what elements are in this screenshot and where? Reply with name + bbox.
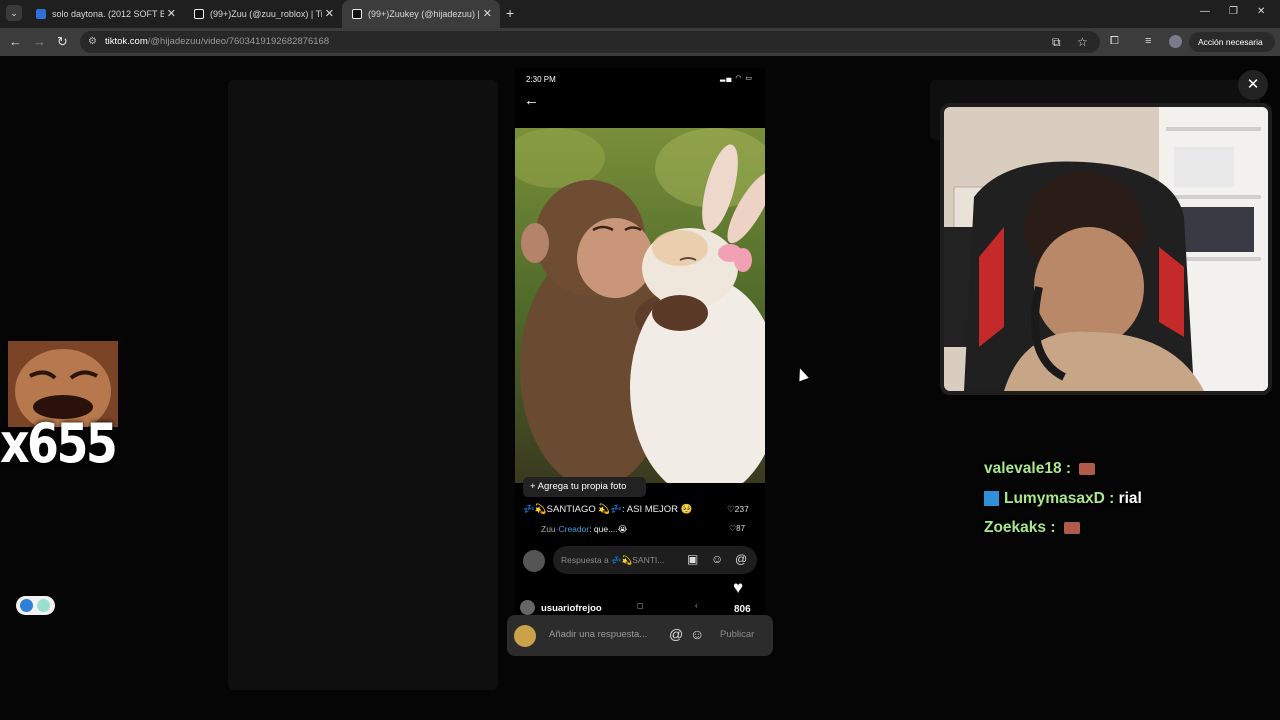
back-icon[interactable]: ← [9,34,22,50]
heart-outline-icon: ♡ [727,504,735,514]
username[interactable]: usuariofrejoo [541,603,602,614]
status-time: 2:30 PM [526,75,556,84]
tab-strip: ⌄ solo daytona. (2012 SOFT BODY ✕ (99+)Z… [0,0,1280,28]
comment-input-bar: Añadir una respuesta... @ ☺ Publicar [507,615,773,656]
tab-search-menu-icon[interactable]: ⌄ [6,5,22,21]
chat-username: LumymasaxD [1004,490,1105,507]
tab-close-icon[interactable]: ✕ [325,7,334,20]
tiktok-favicon-icon [194,9,204,19]
tab-title: solo daytona. (2012 SOFT BODY [52,9,164,19]
emote-icon [1063,521,1080,534]
comment-santiago: 💤💫SANTIAGO 💫💤: ASI MEJOR 🥺 [523,504,693,515]
monkey-bunny-photo [515,128,765,483]
tab-title: (99+)Zuu (@zuu_roblox) | TikTo [210,9,322,19]
like-count: 806 [734,604,751,615]
install-app-icon[interactable]: ⧉ [1052,35,1061,50]
reload-icon[interactable]: ↻ [57,34,68,50]
play-icon [20,599,33,612]
tab-zuu-roblox[interactable]: (99+)Zuu (@zuu_roblox) | TikTo ✕ [184,0,342,28]
badge-icon [984,491,999,507]
image-icon[interactable]: ▣ [687,552,698,566]
mouse-cursor-icon [795,366,809,382]
status-icons: ▂▄ ◠ ▭ [720,75,753,82]
chat-message: LumymasaxD : rial [984,490,1142,508]
roblox-favicon-icon [36,9,46,19]
chat-username: Zoekaks [984,519,1047,536]
comment-like[interactable]: ♡237 [727,504,749,515]
restore-icon[interactable]: ❐ [1229,6,1238,17]
background-video-dimmed [228,80,498,690]
url-text: tiktok.com/@hijadezuu/video/760341919268… [105,36,330,47]
forward-icon[interactable]: → [33,34,46,50]
back-arrow-icon[interactable]: ← [524,92,539,109]
profile-avatar[interactable] [1169,35,1182,48]
publish-button[interactable]: Publicar [720,629,754,640]
window-close-icon[interactable]: ✕ [1257,6,1265,17]
chat-message: Zoekaks : [984,519,1080,537]
comment-reply-zuu: Zuu·Creador: que....😭 [541,524,628,534]
home-square-icon[interactable]: ◻ [637,601,644,610]
tab-title: (99+)Zuukey (@hijadezuu) | TikT [368,9,480,19]
avatar [520,600,535,615]
address-bar[interactable]: ⚙ tiktok.com/@hijadezuu/video/7603419192… [80,31,1100,53]
mention-icon[interactable]: @ [669,626,683,642]
reply-input[interactable]: Respuesta a 💤💫SANTI... ▣ ☺ @ [553,546,757,574]
emoji-icon[interactable]: ☺ [711,552,723,566]
site-info-icon[interactable]: ⚙ [88,36,97,47]
media-control-icon[interactable]: ≡ [1145,35,1151,47]
tab-zuukey-active[interactable]: (99+)Zuukey (@hijadezuu) | TikT ✕ [342,0,500,28]
extensions-icon[interactable]: ⧠ [1110,35,1119,48]
stream-widget[interactable] [16,596,55,615]
close-viewer-icon[interactable]: ✕ [1238,70,1268,100]
emote-icon [1079,462,1096,475]
back-chevron-icon[interactable]: ‹ [695,601,698,610]
action-needed-button[interactable]: Acción necesaria ⋮ [1189,32,1275,67]
add-your-photo-button[interactable]: + Agrega tu propia foto [523,477,646,497]
mention-icon[interactable]: @ [735,552,747,566]
combo-counter: x655 [0,412,118,475]
avatar [523,550,545,572]
chat-username: valevale18 [984,460,1062,477]
tiktok-favicon-icon [352,9,362,19]
chat-text: rial [1118,490,1142,507]
reply-placeholder: Respuesta a 💤💫SANTI... [561,555,665,565]
new-tab-icon[interactable]: + [506,5,514,21]
bookmark-star-icon[interactable]: ☆ [1077,35,1088,49]
chat-message: valevale18 : [984,460,1096,478]
minimize-icon[interactable]: — [1200,6,1210,17]
reply-like[interactable]: ♡87 [729,524,745,533]
avatar [514,625,536,647]
webcam-feed [940,103,1272,395]
tab-solo-daytona[interactable]: solo daytona. (2012 SOFT BODY ✕ [26,0,184,28]
tab-close-icon[interactable]: ✕ [483,7,492,20]
comment-input[interactable]: Añadir una respuesta... [549,629,647,640]
like-heart-icon[interactable]: ♥ [733,578,743,598]
emoji-icon[interactable]: ☺ [690,626,704,642]
browser-toolbar: ← → ↻ ⚙ tiktok.com/@hijadezuu/video/7603… [0,28,1280,67]
photo-post-viewer: 2:30 PM ▂▄ ◠ ▭ ← + Agrega tu propia foto… [515,68,765,628]
tab-close-icon[interactable]: ✕ [167,7,176,20]
power-icon [37,599,50,612]
